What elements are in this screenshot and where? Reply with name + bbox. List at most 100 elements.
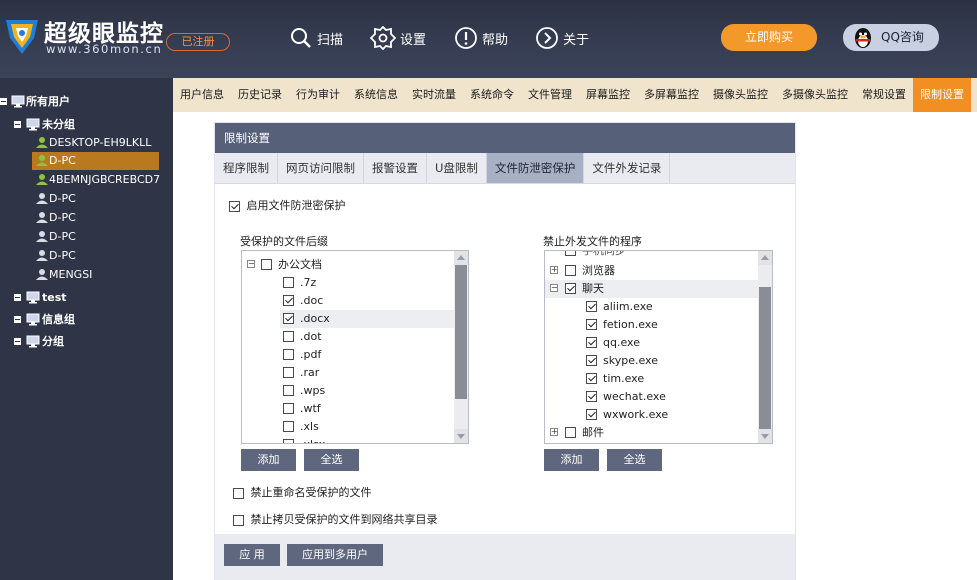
tree-device[interactable]: D-PC bbox=[0, 209, 173, 227]
group-browser[interactable]: + 浏览器 bbox=[545, 262, 758, 280]
suffix-item-highlighted[interactable]: .docx bbox=[280, 310, 454, 328]
program-item[interactable]: qq.exe bbox=[545, 334, 758, 352]
tree-device[interactable]: 4BEMNJGBCREBCD7 bbox=[0, 171, 173, 189]
tree-device[interactable]: D-PC bbox=[0, 247, 173, 265]
tab-user-info[interactable]: 用户信息 bbox=[173, 78, 231, 112]
program-checkbox[interactable] bbox=[586, 337, 597, 348]
tab-multi-camera-monitor[interactable]: 多摄像头监控 bbox=[775, 78, 855, 112]
program-checkbox[interactable] bbox=[586, 355, 597, 366]
scroll-thumb[interactable] bbox=[455, 265, 467, 399]
suffix-add-button[interactable]: 添加 bbox=[241, 449, 296, 471]
collapse-icon[interactable] bbox=[0, 98, 7, 105]
folder-office-docs[interactable]: − 办公文档 bbox=[242, 256, 454, 274]
tree-group-info[interactable]: 信息组 bbox=[0, 311, 173, 329]
about-button[interactable]: 关于 bbox=[535, 25, 589, 51]
apply-button[interactable]: 应 用 bbox=[224, 544, 280, 566]
program-item[interactable]: wechat.exe bbox=[545, 388, 758, 406]
settings-button[interactable]: 设置 bbox=[370, 25, 426, 51]
scroll-down-arrow-icon[interactable] bbox=[454, 429, 468, 443]
tree-device-selected[interactable]: D-PC bbox=[32, 152, 159, 170]
suffix-item[interactable]: .dot bbox=[242, 328, 454, 346]
suffix-checkbox[interactable] bbox=[283, 367, 294, 378]
group-checkbox[interactable] bbox=[565, 251, 576, 256]
subtab-program-restriction[interactable]: 程序限制 bbox=[215, 153, 278, 183]
tree-device[interactable]: MENGSI bbox=[0, 266, 173, 284]
suffix-checkbox[interactable] bbox=[283, 295, 294, 306]
tab-general-settings[interactable]: 常规设置 bbox=[855, 78, 913, 112]
suffix-item[interactable]: .rar bbox=[242, 364, 454, 382]
group-checkbox[interactable] bbox=[565, 427, 576, 438]
tab-realtime-traffic[interactable]: 实时流量 bbox=[405, 78, 463, 112]
suffix-item[interactable]: .7z bbox=[242, 274, 454, 292]
folder-checkbox[interactable] bbox=[261, 259, 272, 270]
tab-file-manager[interactable]: 文件管理 bbox=[521, 78, 579, 112]
suffix-checkbox[interactable] bbox=[283, 331, 294, 342]
help-button[interactable]: 帮助 bbox=[454, 25, 508, 51]
tab-restriction-settings[interactable]: 限制设置 bbox=[913, 78, 971, 112]
subtab-file-outgoing-log[interactable]: 文件外发记录 bbox=[584, 153, 671, 183]
suffix-checkbox[interactable] bbox=[283, 385, 294, 396]
tree-group-fenzu[interactable]: 分组 bbox=[0, 333, 173, 351]
tree-root-all-users[interactable]: 所有用户 bbox=[0, 93, 173, 111]
collapse-icon[interactable]: − bbox=[247, 260, 255, 268]
group-chat[interactable]: − 聊天 bbox=[545, 280, 758, 298]
subtab-usb-restriction[interactable]: U盘限制 bbox=[427, 153, 487, 183]
no-copy-share-checkbox[interactable] bbox=[233, 514, 244, 526]
suffix-checkbox[interactable] bbox=[283, 277, 294, 288]
program-item[interactable]: skype.exe bbox=[545, 352, 758, 370]
suffix-item[interactable]: .wps bbox=[242, 382, 454, 400]
qq-consult-button[interactable]: QQ咨询 bbox=[843, 24, 939, 51]
program-checkbox[interactable] bbox=[586, 319, 597, 330]
group-checkbox[interactable] bbox=[565, 265, 576, 276]
suffix-item[interactable]: .wtf bbox=[242, 400, 454, 418]
no-rename-checkbox[interactable] bbox=[233, 487, 244, 499]
group-partial-row[interactable]: 手机同步 bbox=[545, 251, 758, 260]
subtab-web-restriction[interactable]: 网页访问限制 bbox=[278, 153, 364, 183]
option-no-rename[interactable]: 禁止重命名受保护的文件 bbox=[233, 484, 372, 500]
enable-protection-checkbox[interactable] bbox=[229, 200, 240, 212]
buy-now-button[interactable]: 立即购买 bbox=[721, 24, 817, 51]
program-checkbox[interactable] bbox=[586, 391, 597, 402]
suffix-checkbox[interactable] bbox=[283, 403, 294, 414]
collapse-icon[interactable] bbox=[14, 294, 21, 301]
program-checkbox[interactable] bbox=[586, 373, 597, 384]
tab-screen-monitor[interactable]: 屏幕监控 bbox=[579, 78, 637, 112]
tree-device[interactable]: D-PC bbox=[0, 190, 173, 208]
collapse-icon[interactable]: − bbox=[550, 284, 558, 292]
suffix-checkbox[interactable] bbox=[283, 313, 294, 324]
program-add-button[interactable]: 添加 bbox=[544, 449, 599, 471]
tab-behavior-audit[interactable]: 行为审计 bbox=[289, 78, 347, 112]
collapse-icon[interactable] bbox=[14, 316, 21, 323]
program-item[interactable]: aliim.exe bbox=[545, 298, 758, 316]
scan-button[interactable]: 扫描 bbox=[289, 25, 343, 51]
tree-group-test[interactable]: test bbox=[0, 289, 173, 307]
tree-group-ungrouped[interactable]: 未分组 bbox=[0, 116, 173, 134]
suffix-item[interactable]: .xls bbox=[242, 418, 454, 436]
option-no-copy-share[interactable]: 禁止拷贝受保护的文件到网络共享目录 bbox=[233, 511, 438, 527]
program-checkbox[interactable] bbox=[586, 301, 597, 312]
expand-icon[interactable]: + bbox=[550, 428, 558, 436]
suffix-checkbox[interactable] bbox=[283, 421, 294, 432]
programs-list-scrollbar[interactable] bbox=[758, 251, 772, 443]
group-mail[interactable]: + 邮件 bbox=[545, 424, 758, 442]
blocked-programs-list[interactable]: 手机同步 + 浏览器 − 聊天 aliim.exe fetion.exe qq.… bbox=[544, 250, 773, 444]
subtab-alarm-settings[interactable]: 报警设置 bbox=[364, 153, 427, 183]
tab-system-command[interactable]: 系统命令 bbox=[463, 78, 521, 112]
suffix-item[interactable]: .xlsx bbox=[242, 436, 454, 443]
tab-multi-screen-monitor[interactable]: 多屏幕监控 bbox=[637, 78, 706, 112]
scroll-thumb[interactable] bbox=[759, 287, 771, 429]
apply-multi-user-button[interactable]: 应用到多用户 bbox=[287, 544, 383, 566]
scroll-up-arrow-icon[interactable] bbox=[758, 251, 772, 265]
enable-protection-option[interactable]: 启用文件防泄密保护 bbox=[229, 197, 346, 213]
program-checkbox[interactable] bbox=[586, 409, 597, 420]
tree-device[interactable]: D-PC bbox=[0, 228, 173, 246]
suffix-item[interactable]: .doc bbox=[242, 292, 454, 310]
scroll-down-arrow-icon[interactable] bbox=[758, 429, 772, 443]
program-select-all-button[interactable]: 全选 bbox=[607, 449, 662, 471]
program-item[interactable]: wxwork.exe bbox=[545, 406, 758, 424]
collapse-icon[interactable] bbox=[14, 338, 21, 345]
scroll-up-arrow-icon[interactable] bbox=[454, 251, 468, 265]
program-item[interactable]: tim.exe bbox=[545, 370, 758, 388]
group-checkbox[interactable] bbox=[565, 283, 576, 294]
suffix-checkbox[interactable] bbox=[283, 349, 294, 360]
